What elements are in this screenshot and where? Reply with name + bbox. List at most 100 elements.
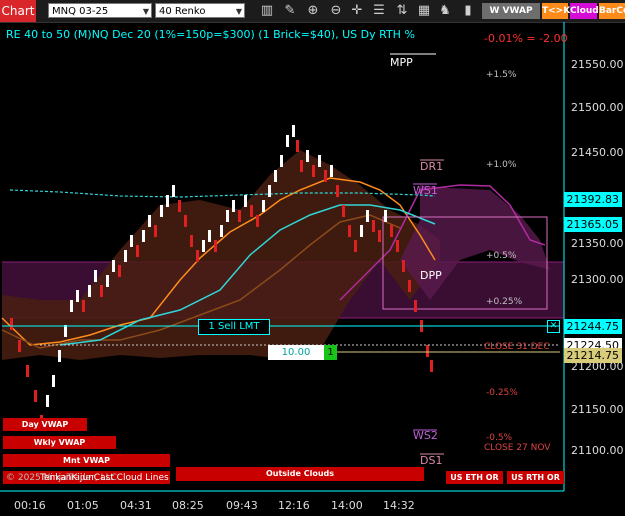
renko-brick xyxy=(190,235,193,247)
mpp-label: MPP xyxy=(390,56,413,69)
renko-brick xyxy=(238,210,241,222)
renko-brick xyxy=(402,260,405,272)
renko-brick xyxy=(154,225,157,237)
y-tick-21450: 21450.00 xyxy=(571,146,624,159)
renko-brick xyxy=(384,210,387,222)
renko-brick xyxy=(250,205,253,217)
renko-brick xyxy=(64,325,67,337)
us-eth-or-bar: US ETH OR xyxy=(446,471,503,484)
renko-brick xyxy=(244,195,247,207)
y-tick-21300: 21300.00 xyxy=(571,273,624,286)
pct-label-neg0.5: -0.5% xyxy=(486,433,513,443)
renko-brick xyxy=(408,280,411,292)
renko-brick xyxy=(324,170,327,182)
pct-label-0.5: +0.5% xyxy=(486,251,517,261)
sell-order-label[interactable]: 1 Sell LMT xyxy=(198,319,270,335)
renko-brick xyxy=(280,155,283,167)
x-label-0825: 08:25 xyxy=(172,499,204,512)
renko-brick xyxy=(10,318,13,330)
pct-label-1.5: +1.5% xyxy=(486,70,517,80)
renko-brick xyxy=(136,245,139,257)
pct-label-0.25: +0.25% xyxy=(486,297,523,307)
renko-brick xyxy=(178,200,181,212)
renko-brick xyxy=(232,200,235,212)
renko-brick xyxy=(172,185,175,197)
y-tick-21500: 21500.00 xyxy=(571,101,624,114)
renko-brick xyxy=(100,285,103,297)
renko-brick xyxy=(318,155,321,167)
renko-brick xyxy=(342,205,345,217)
renko-brick xyxy=(330,165,333,177)
overlay-text: TenkanKijunCast Cloud Lines xyxy=(40,473,169,483)
renko-brick xyxy=(360,225,363,237)
outside-clouds-bar: Outside Clouds xyxy=(176,467,424,481)
x-label-1432: 14:32 xyxy=(383,499,415,512)
ws1-label: WS1 xyxy=(413,184,438,197)
renko-brick xyxy=(34,390,37,402)
renko-brick xyxy=(202,240,205,252)
renko-brick xyxy=(82,300,85,312)
renko-brick xyxy=(184,215,187,227)
renko-brick xyxy=(166,195,169,207)
renko-brick xyxy=(292,125,295,137)
qty-input[interactable]: 10.00 xyxy=(268,345,324,360)
price-tag-sell-order: 21244.75 xyxy=(563,319,622,334)
y-tick-21550: 21550.00 xyxy=(571,58,624,71)
us-rth-or-bar: US RTH OR xyxy=(507,471,564,484)
close-31-label: CLOSE 31 DEC xyxy=(484,342,550,352)
renko-brick xyxy=(46,395,49,407)
renko-brick xyxy=(124,250,127,262)
renko-brick xyxy=(372,220,375,232)
x-label-0943: 09:43 xyxy=(226,499,258,512)
close-27-label: CLOSE 27 NOV xyxy=(484,443,551,453)
renko-brick xyxy=(378,230,381,242)
chart-header: RE 40 to 50 (M)NQ Dec 20 (1%=150p=$300) … xyxy=(6,28,415,41)
renko-brick xyxy=(88,285,91,297)
renko-brick xyxy=(70,300,73,312)
renko-brick xyxy=(354,240,357,252)
dr1-label: DR1 xyxy=(420,160,444,173)
y-tick-21150: 21150.00 xyxy=(571,403,624,416)
pct-label-1.0: +1.0% xyxy=(486,160,517,170)
y-tick-21350: 21350.00 xyxy=(571,237,624,250)
renko-brick xyxy=(130,235,133,247)
renko-brick xyxy=(112,260,115,272)
x-label-1400: 14:00 xyxy=(331,499,363,512)
renko-brick xyxy=(94,270,97,282)
renko-brick xyxy=(312,165,315,177)
renko-brick xyxy=(430,360,433,372)
renko-brick xyxy=(226,210,229,222)
cancel-order-icon[interactable]: ✕ xyxy=(547,320,560,333)
renko-brick xyxy=(26,365,29,377)
y-tick-21100: 21100.00 xyxy=(571,444,624,457)
renko-brick xyxy=(118,265,121,277)
dpp-label: DPP xyxy=(420,269,442,282)
renko-brick xyxy=(366,210,369,222)
renko-brick xyxy=(208,230,211,242)
renko-brick xyxy=(142,230,145,242)
renko-brick xyxy=(390,225,393,237)
renko-brick xyxy=(58,350,61,362)
renko-brick xyxy=(306,150,309,162)
ds1-label: DS1 xyxy=(420,454,443,467)
renko-brick xyxy=(300,160,303,172)
renko-brick xyxy=(106,275,109,287)
renko-brick xyxy=(296,140,299,152)
renko-brick xyxy=(348,225,351,237)
pct-label-neg0.25: -0.25% xyxy=(486,388,518,398)
price-tag-vwap: 21392.83 xyxy=(563,192,622,207)
renko-brick xyxy=(286,135,289,147)
x-label-1216: 12:16 xyxy=(278,499,310,512)
renko-brick xyxy=(396,240,399,252)
renko-brick xyxy=(148,215,151,227)
x-label-0016: 00:16 xyxy=(14,499,46,512)
renko-brick xyxy=(262,200,265,212)
renko-brick xyxy=(52,375,55,387)
change-text: -0.01% = -2.00 xyxy=(484,32,568,45)
renko-brick xyxy=(268,185,271,197)
wkly-vwap-bar: Wkly VWAP xyxy=(3,436,116,449)
position-count-badge: 1 xyxy=(324,345,337,360)
x-label-0105: 01:05 xyxy=(67,499,99,512)
renko-brick xyxy=(76,290,79,302)
renko-brick xyxy=(274,170,277,182)
